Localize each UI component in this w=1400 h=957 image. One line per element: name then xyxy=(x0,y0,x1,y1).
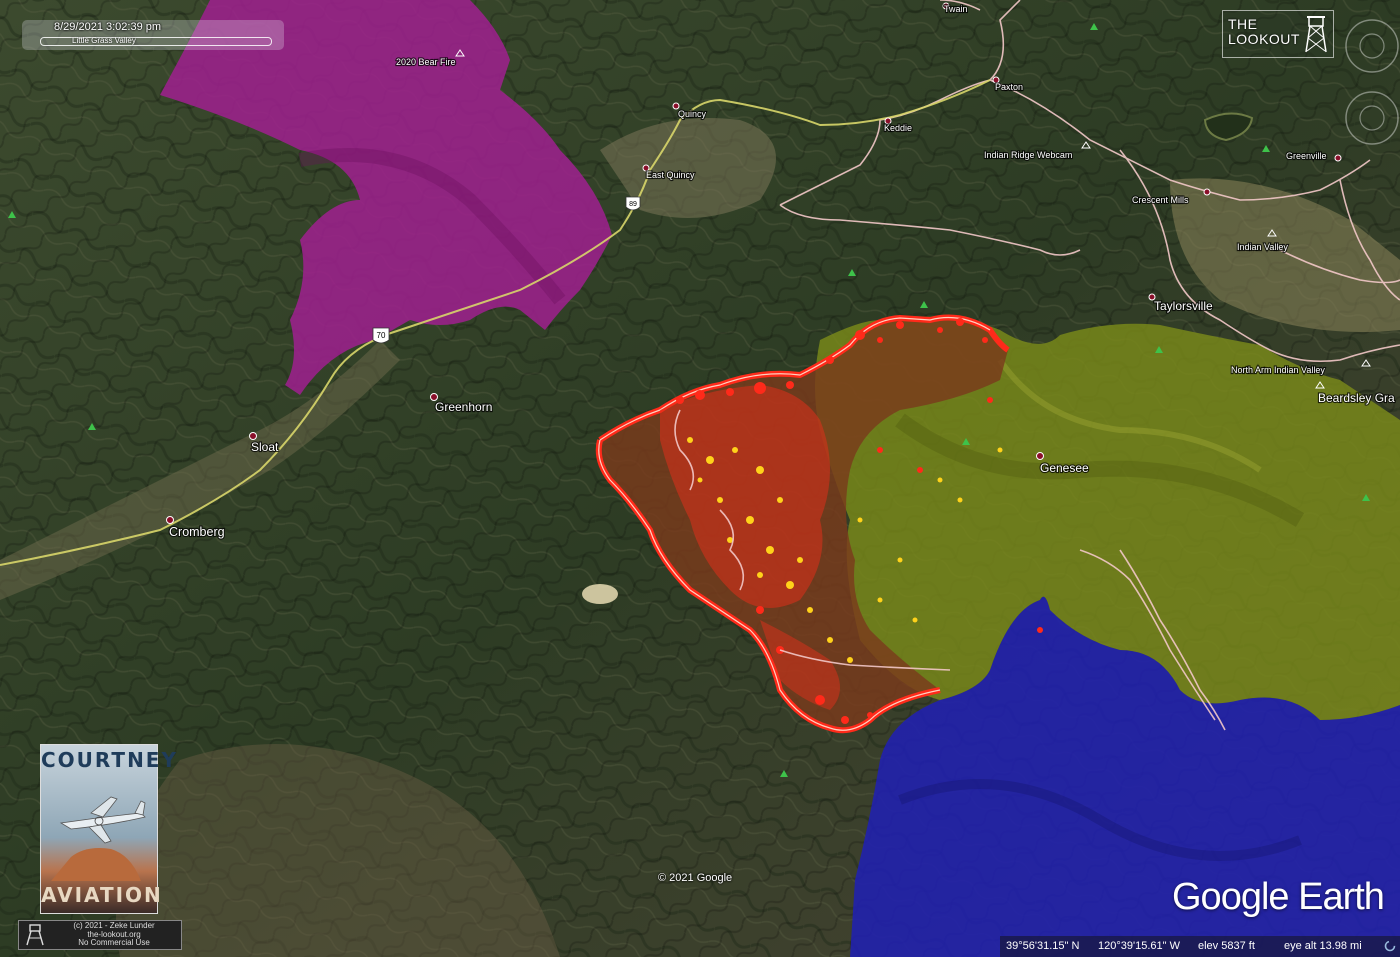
google-earth-logo: Google Earth xyxy=(1172,876,1385,918)
status-bar: 39°56'31.15" N 120°39'15.61" W elev 5837… xyxy=(1000,936,1400,957)
place-east-quincy: East Quincy xyxy=(646,170,695,180)
courtney-aviation-logo: COURTNEY AVIATION xyxy=(40,744,178,914)
lookout-logo-line1: THE xyxy=(1228,16,1258,32)
place-quincy: Quincy xyxy=(678,109,707,119)
credit-text: (c) 2021 - Zeke Lunder the-lookout.org N… xyxy=(49,921,179,948)
place-keddie: Keddie xyxy=(884,123,912,133)
courtney-logo-top: COURTNEY xyxy=(41,748,178,772)
place-2020-bear-fire: 2020 Bear Fire xyxy=(396,57,456,67)
google-copyright: © 2021 Google xyxy=(658,872,733,884)
place-greenville: Greenville xyxy=(1286,151,1327,161)
place-twain: Twain xyxy=(944,4,968,14)
credit-line-3: No Commercial Use xyxy=(78,938,150,948)
navigation-controls[interactable] xyxy=(1330,12,1400,152)
place-greenhorn: Greenhorn xyxy=(435,400,492,414)
place-cromberg: Cromberg xyxy=(169,525,225,539)
time-panel-place: Little Grass Valley xyxy=(72,36,136,45)
time-slider-panel[interactable]: 8/29/2021 3:02:39 pm Little Grass Valley xyxy=(22,20,284,50)
longitude-readout: 120°39'15.61" W xyxy=(1098,940,1180,952)
satellite-map[interactable]: 89 70 Twain Paxton Quincy Keddie East Qu… xyxy=(0,0,1400,957)
timestamp: 8/29/2021 3:02:39 pm xyxy=(54,21,162,33)
route-shield-70: 70 xyxy=(372,327,390,344)
move-joystick[interactable] xyxy=(1345,91,1399,145)
eye-altitude-readout: eye alt 13.98 mi xyxy=(1284,940,1362,952)
look-joystick-center[interactable] xyxy=(1359,33,1385,59)
route-shield-70-label: 70 xyxy=(377,331,386,340)
credit-box: (c) 2021 - Zeke Lunder the-lookout.org N… xyxy=(18,920,182,950)
route-shield-89-label: 89 xyxy=(629,201,637,208)
place-indian-valley: Indian Valley xyxy=(1237,242,1288,252)
place-beardsley-gra: Beardsley Gra xyxy=(1318,391,1395,405)
the-lookout-logo: THE LOOKOUT xyxy=(1222,10,1334,58)
lookout-logo-text: THE LOOKOUT xyxy=(1228,17,1300,47)
latitude-readout: 39°56'31.15" N xyxy=(1006,940,1080,952)
place-taylorsville: Taylorsville xyxy=(1154,299,1213,313)
place-indian-ridge-webcam: Indian Ridge Webcam xyxy=(984,150,1072,160)
butte-icon xyxy=(51,848,141,881)
place-north-arm-indian-valley: North Arm Indian Valley xyxy=(1231,365,1325,375)
look-joystick[interactable] xyxy=(1345,19,1399,73)
place-crescent-mills: Crescent Mills xyxy=(1132,195,1189,205)
move-joystick-center[interactable] xyxy=(1359,105,1385,131)
lookout-tower-icon xyxy=(26,924,44,946)
courtney-logo-bottom: AVIATION xyxy=(41,883,163,907)
place-genesee: Genesee xyxy=(1040,461,1089,475)
lookout-logo-line2: LOOKOUT xyxy=(1228,31,1300,47)
clearing xyxy=(582,584,618,604)
loading-icon xyxy=(1384,940,1396,952)
map-view[interactable]: 89 70 Twain Paxton Quincy Keddie East Qu… xyxy=(0,0,1400,957)
place-paxton: Paxton xyxy=(995,82,1023,92)
elevation-readout: elev 5837 ft xyxy=(1198,940,1255,952)
route-shield-89: 89 xyxy=(625,196,641,211)
place-sloat: Sloat xyxy=(251,440,279,454)
lookout-tower-icon xyxy=(1305,16,1327,53)
